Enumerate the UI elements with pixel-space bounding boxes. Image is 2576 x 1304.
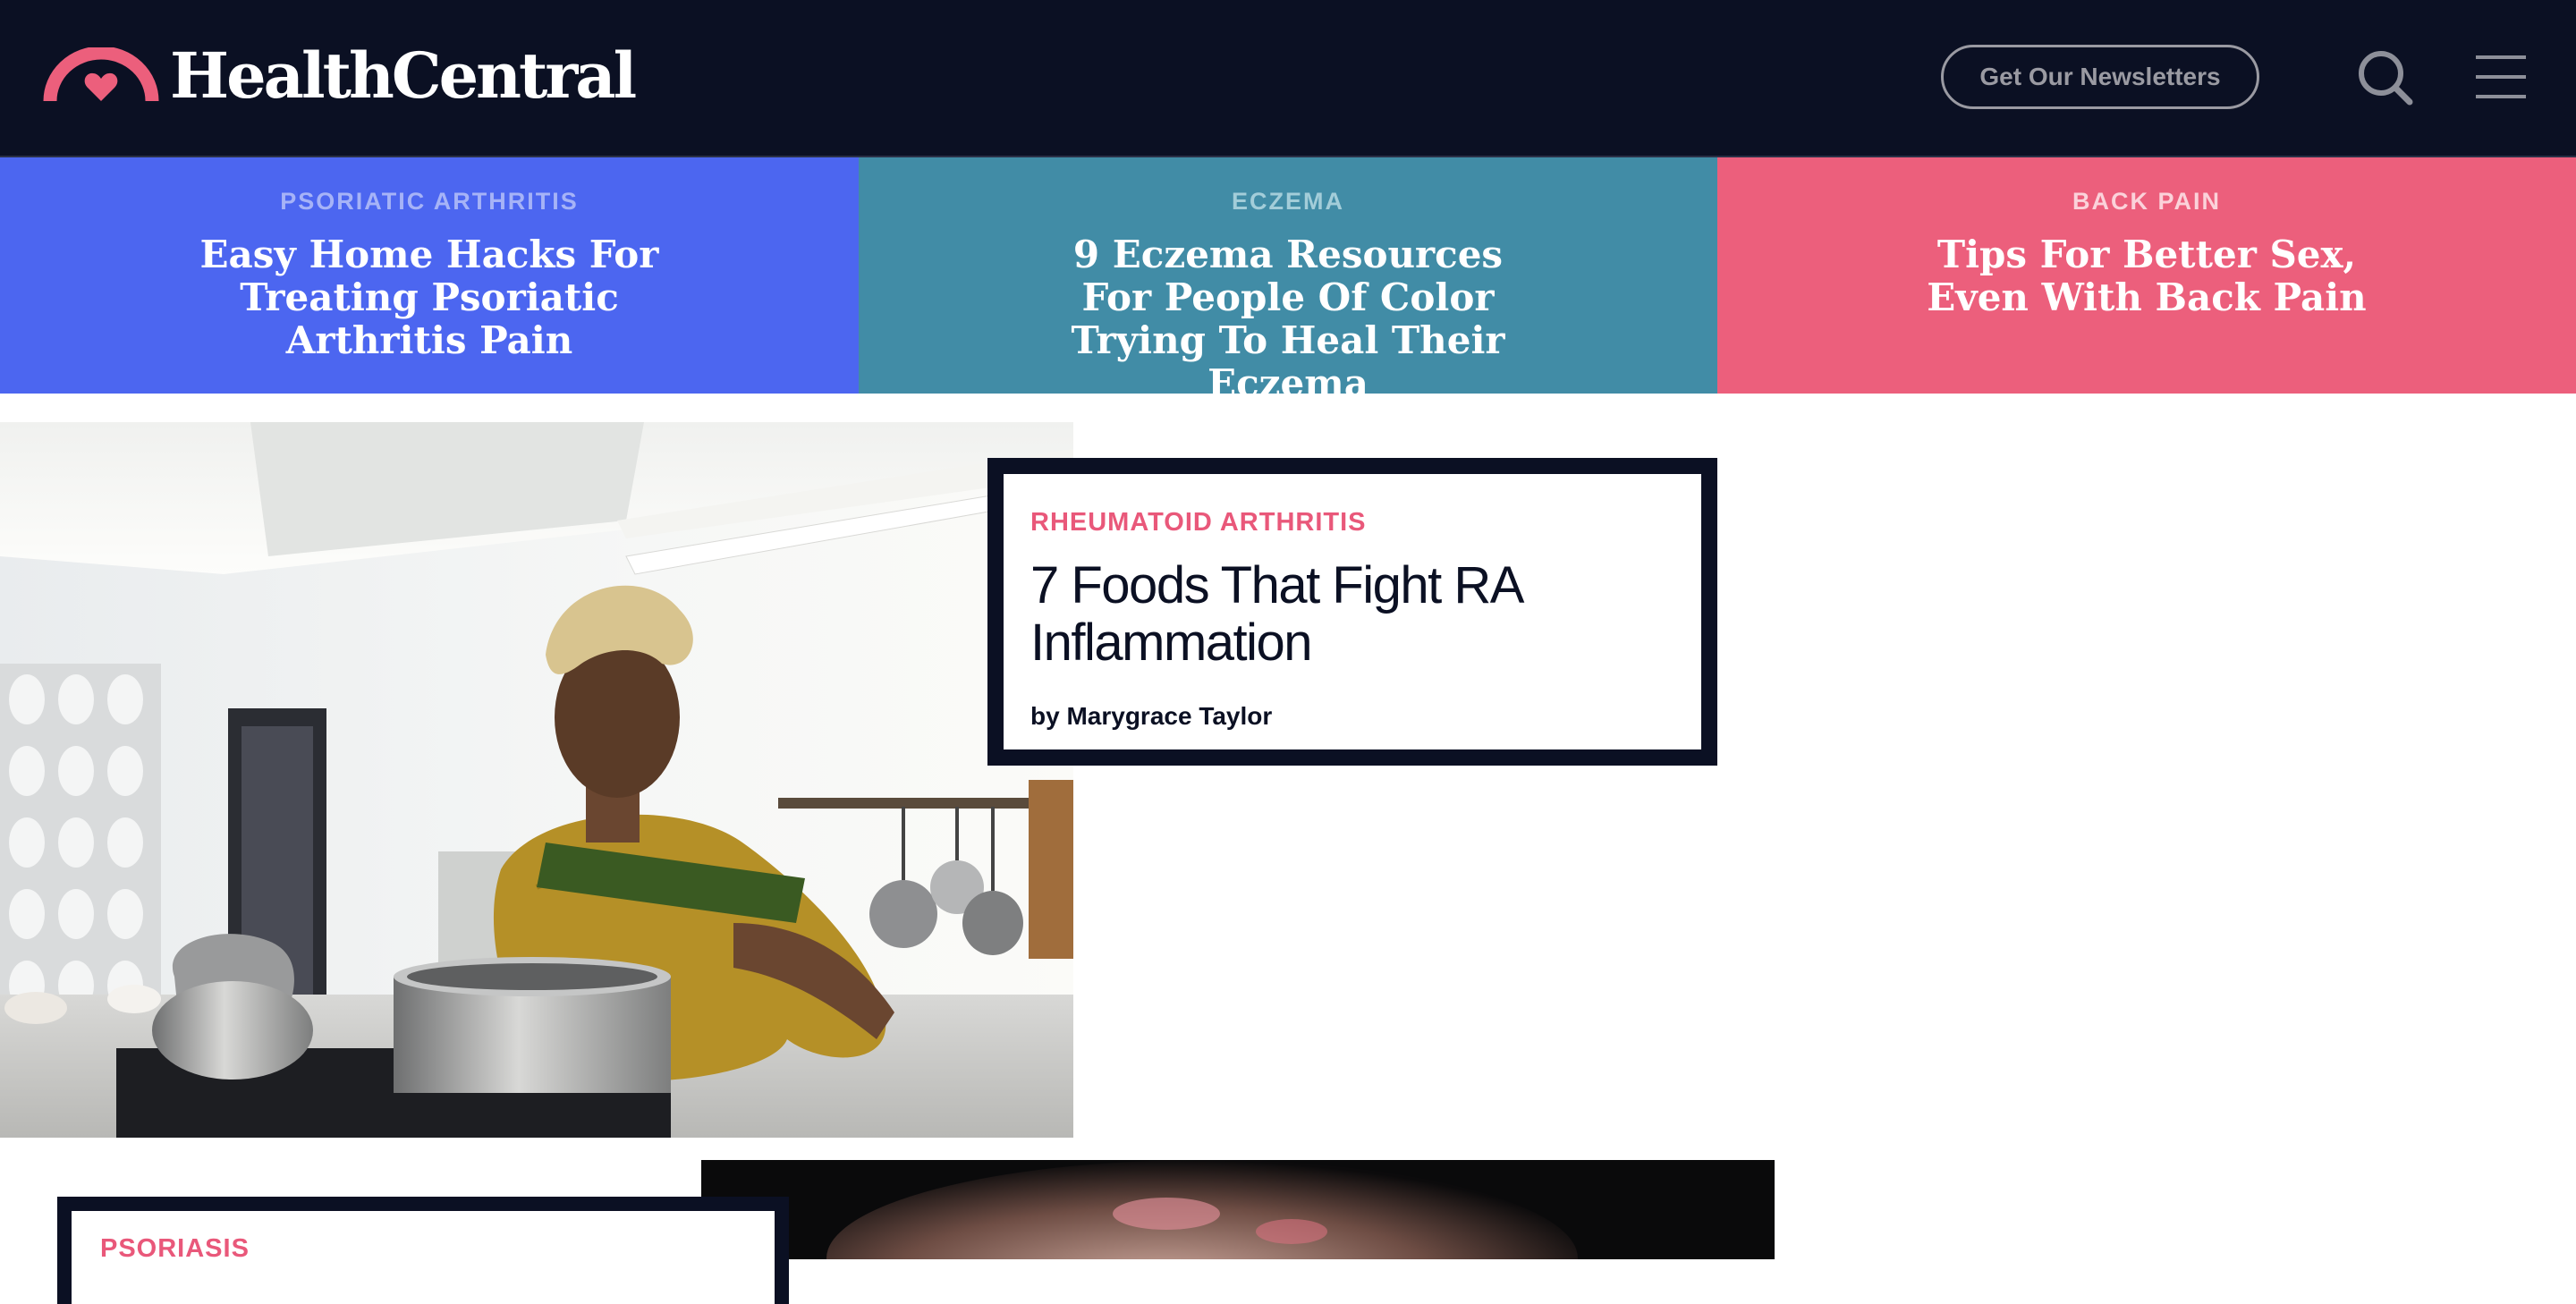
feature-image[interactable] bbox=[0, 422, 1073, 1138]
psoriasis-image[interactable] bbox=[701, 1160, 1775, 1259]
psoriasis-article-card[interactable]: PSORIASIS bbox=[57, 1197, 789, 1304]
feature-headline[interactable]: 7 Foods That Fight RA Inflammation bbox=[1030, 557, 1674, 672]
search-button[interactable] bbox=[2356, 48, 2415, 107]
promo-title[interactable]: Easy Home Hacks For Treating Psoriatic A… bbox=[179, 233, 680, 362]
promo-category[interactable]: BACK PAIN bbox=[1717, 188, 2576, 216]
promo-card-eczema[interactable]: ECZEMA 9 Eczema Resources For People Of … bbox=[859, 157, 1717, 405]
hamburger-menu-icon bbox=[2476, 55, 2526, 98]
site-header: HealthCentral Get Our Newsletters bbox=[0, 0, 2576, 157]
promo-category[interactable]: PSORIATIC ARTHRITIS bbox=[0, 188, 859, 216]
site-logo[interactable]: HealthCentral bbox=[43, 36, 637, 116]
feature-byline[interactable]: by Marygrace Taylor bbox=[1030, 702, 1674, 731]
feature-category[interactable]: RHEUMATOID ARTHRITIS bbox=[1030, 508, 1674, 538]
newsletter-button[interactable]: Get Our Newsletters bbox=[1941, 45, 2259, 109]
promo-category[interactable]: ECZEMA bbox=[859, 188, 1717, 216]
heart-arc-logo-icon bbox=[43, 47, 159, 102]
menu-button[interactable] bbox=[2474, 50, 2528, 104]
promo-card-back-pain[interactable]: BACK PAIN Tips For Better Sex, Even With… bbox=[1717, 157, 2576, 394]
search-icon bbox=[2359, 51, 2413, 106]
promo-card-psoriatic-arthritis[interactable]: PSORIATIC ARTHRITIS Easy Home Hacks For … bbox=[0, 157, 859, 394]
psoriasis-category[interactable]: PSORIASIS bbox=[100, 1234, 746, 1264]
feature-article-card[interactable]: RHEUMATOID ARTHRITIS 7 Foods That Fight … bbox=[987, 458, 1717, 766]
skin-closeup-illustration bbox=[701, 1160, 1775, 1259]
kitchen-photo-illustration bbox=[0, 422, 1073, 1138]
promo-title[interactable]: 9 Eczema Resources For People Of Color T… bbox=[1038, 233, 1538, 405]
promo-title[interactable]: Tips For Better Sex, Even With Back Pain bbox=[1896, 233, 2397, 319]
logo-wordmark: HealthCentral bbox=[170, 38, 637, 113]
